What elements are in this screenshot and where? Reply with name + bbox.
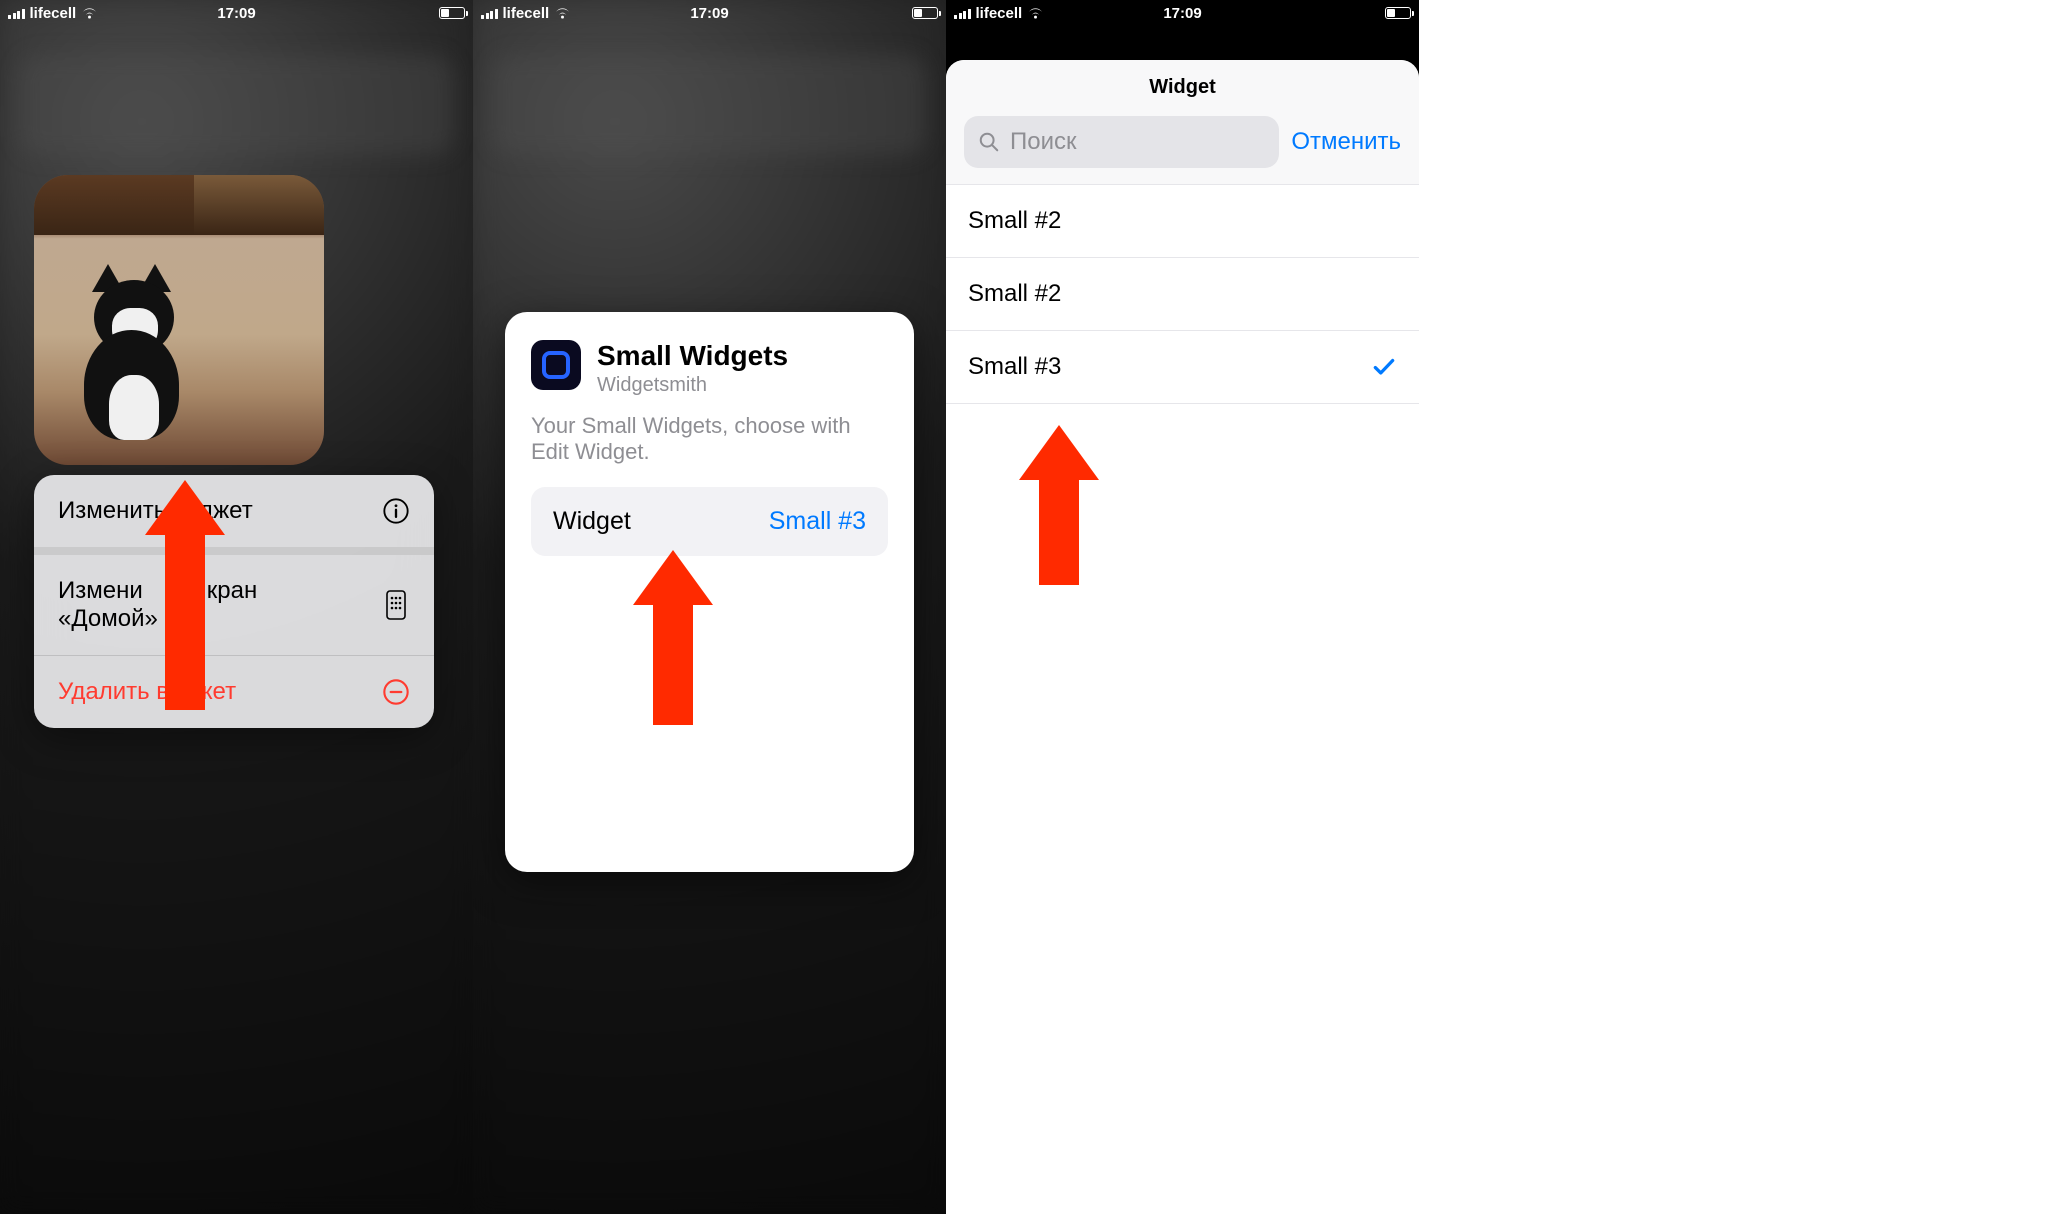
search-placeholder: Поиск xyxy=(1010,128,1077,156)
wifi-icon xyxy=(81,7,98,19)
cancel-button[interactable]: Отменить xyxy=(1291,128,1401,156)
carrier-label: lifecell xyxy=(503,5,550,22)
widget-option[interactable]: Small #2 xyxy=(946,258,1419,331)
annotation-arrow xyxy=(633,550,713,725)
checkmark-icon xyxy=(1371,354,1397,380)
phone-screen-2: lifecell 17:09 Small Widgets Widgetsmith… xyxy=(473,0,946,1214)
widget-select-row[interactable]: Widget Small #3 xyxy=(531,487,888,556)
carrier-label: lifecell xyxy=(30,5,77,22)
photo-widget[interactable] xyxy=(34,175,324,465)
signal-icon xyxy=(481,7,498,19)
widget-option[interactable]: Small #2 xyxy=(946,185,1419,258)
battery-icon xyxy=(912,7,938,19)
clock: 17:09 xyxy=(217,5,255,22)
phone-screen-3: lifecell 17:09 Widget Поиск Отменить Sma… xyxy=(946,0,1419,1214)
widget-context-menu: Изменить виджет ИзмениXXXXкран «Домой» У… xyxy=(34,475,434,728)
search-icon xyxy=(978,131,1000,153)
blurred-app-row xyxy=(20,55,453,155)
info-icon xyxy=(382,497,410,525)
search-input[interactable]: Поиск xyxy=(964,116,1279,168)
widget-picker-sheet: Widget Поиск Отменить Small #2 Small #2 … xyxy=(946,60,1419,1214)
menu-remove-widget[interactable]: Удалить виджет xyxy=(34,656,434,728)
widget-option[interactable]: Small #3 xyxy=(946,331,1419,404)
row-label: Widget xyxy=(553,507,631,536)
battery-icon xyxy=(439,7,465,19)
wifi-icon xyxy=(554,7,571,19)
signal-icon xyxy=(8,7,25,19)
annotation-arrow xyxy=(145,480,225,710)
blurred-app-row xyxy=(493,55,926,155)
kitten-image xyxy=(64,270,214,440)
phone-screen-1: lifecell 17:09 Изменить виджет ИзмениXXX… xyxy=(0,0,473,1214)
widget-option-list: Small #2 Small #2 Small #3 xyxy=(946,185,1419,404)
phone-grid-icon xyxy=(382,591,410,619)
card-title: Small Widgets xyxy=(597,340,788,372)
card-description: Your Small Widgets, choose with Edit Wid… xyxy=(531,413,888,465)
menu-edit-widget[interactable]: Изменить виджет xyxy=(34,475,434,555)
sheet-title: Widget xyxy=(1149,76,1215,99)
clock: 17:09 xyxy=(690,5,728,22)
option-label: Small #2 xyxy=(968,280,1061,308)
status-bar xyxy=(946,0,1419,26)
status-bar: lifecell 17:09 xyxy=(0,0,473,26)
option-label: Small #2 xyxy=(968,207,1061,235)
minus-circle-icon xyxy=(382,678,410,706)
row-value: Small #3 xyxy=(769,507,866,536)
status-bar: lifecell 17:09 xyxy=(473,0,946,26)
widgetsmith-app-icon xyxy=(531,340,581,390)
card-app-name: Widgetsmith xyxy=(597,374,788,397)
option-label: Small #3 xyxy=(968,353,1061,381)
sheet-header: Widget xyxy=(946,60,1419,116)
menu-edit-home[interactable]: ИзмениXXXXкран «Домой» xyxy=(34,555,434,656)
page-gutter xyxy=(1419,0,2048,1214)
annotation-arrow xyxy=(1019,425,1099,585)
